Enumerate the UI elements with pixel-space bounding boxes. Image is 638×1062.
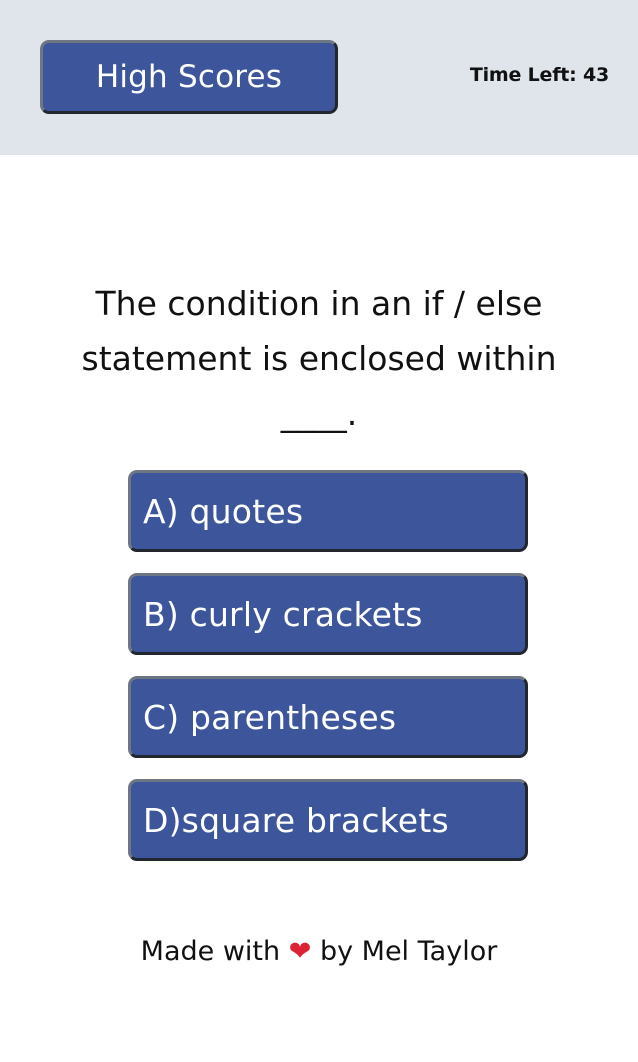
footer-credit: Made with ❤ by Mel Taylor — [0, 936, 638, 967]
high-scores-button[interactable]: High Scores — [40, 40, 338, 114]
answer-button-b[interactable]: B) curly crackets — [128, 573, 528, 655]
heart-icon: ❤ — [288, 936, 312, 967]
answer-list: A) quotes B) curly crackets C) parenthes… — [128, 470, 528, 882]
author-text: by Mel Taylor — [319, 936, 498, 967]
answer-button-d[interactable]: D)square brackets — [128, 779, 528, 861]
made-with-text: Made with — [140, 936, 281, 967]
answer-button-c[interactable]: C) parentheses — [128, 676, 528, 758]
question-text: The condition in an if / else statement … — [81, 284, 557, 433]
header-bar: High Scores Time Left: 43 — [0, 0, 638, 155]
time-left-label: Time Left: 43 — [469, 64, 609, 86]
answer-button-a[interactable]: A) quotes — [128, 470, 528, 552]
